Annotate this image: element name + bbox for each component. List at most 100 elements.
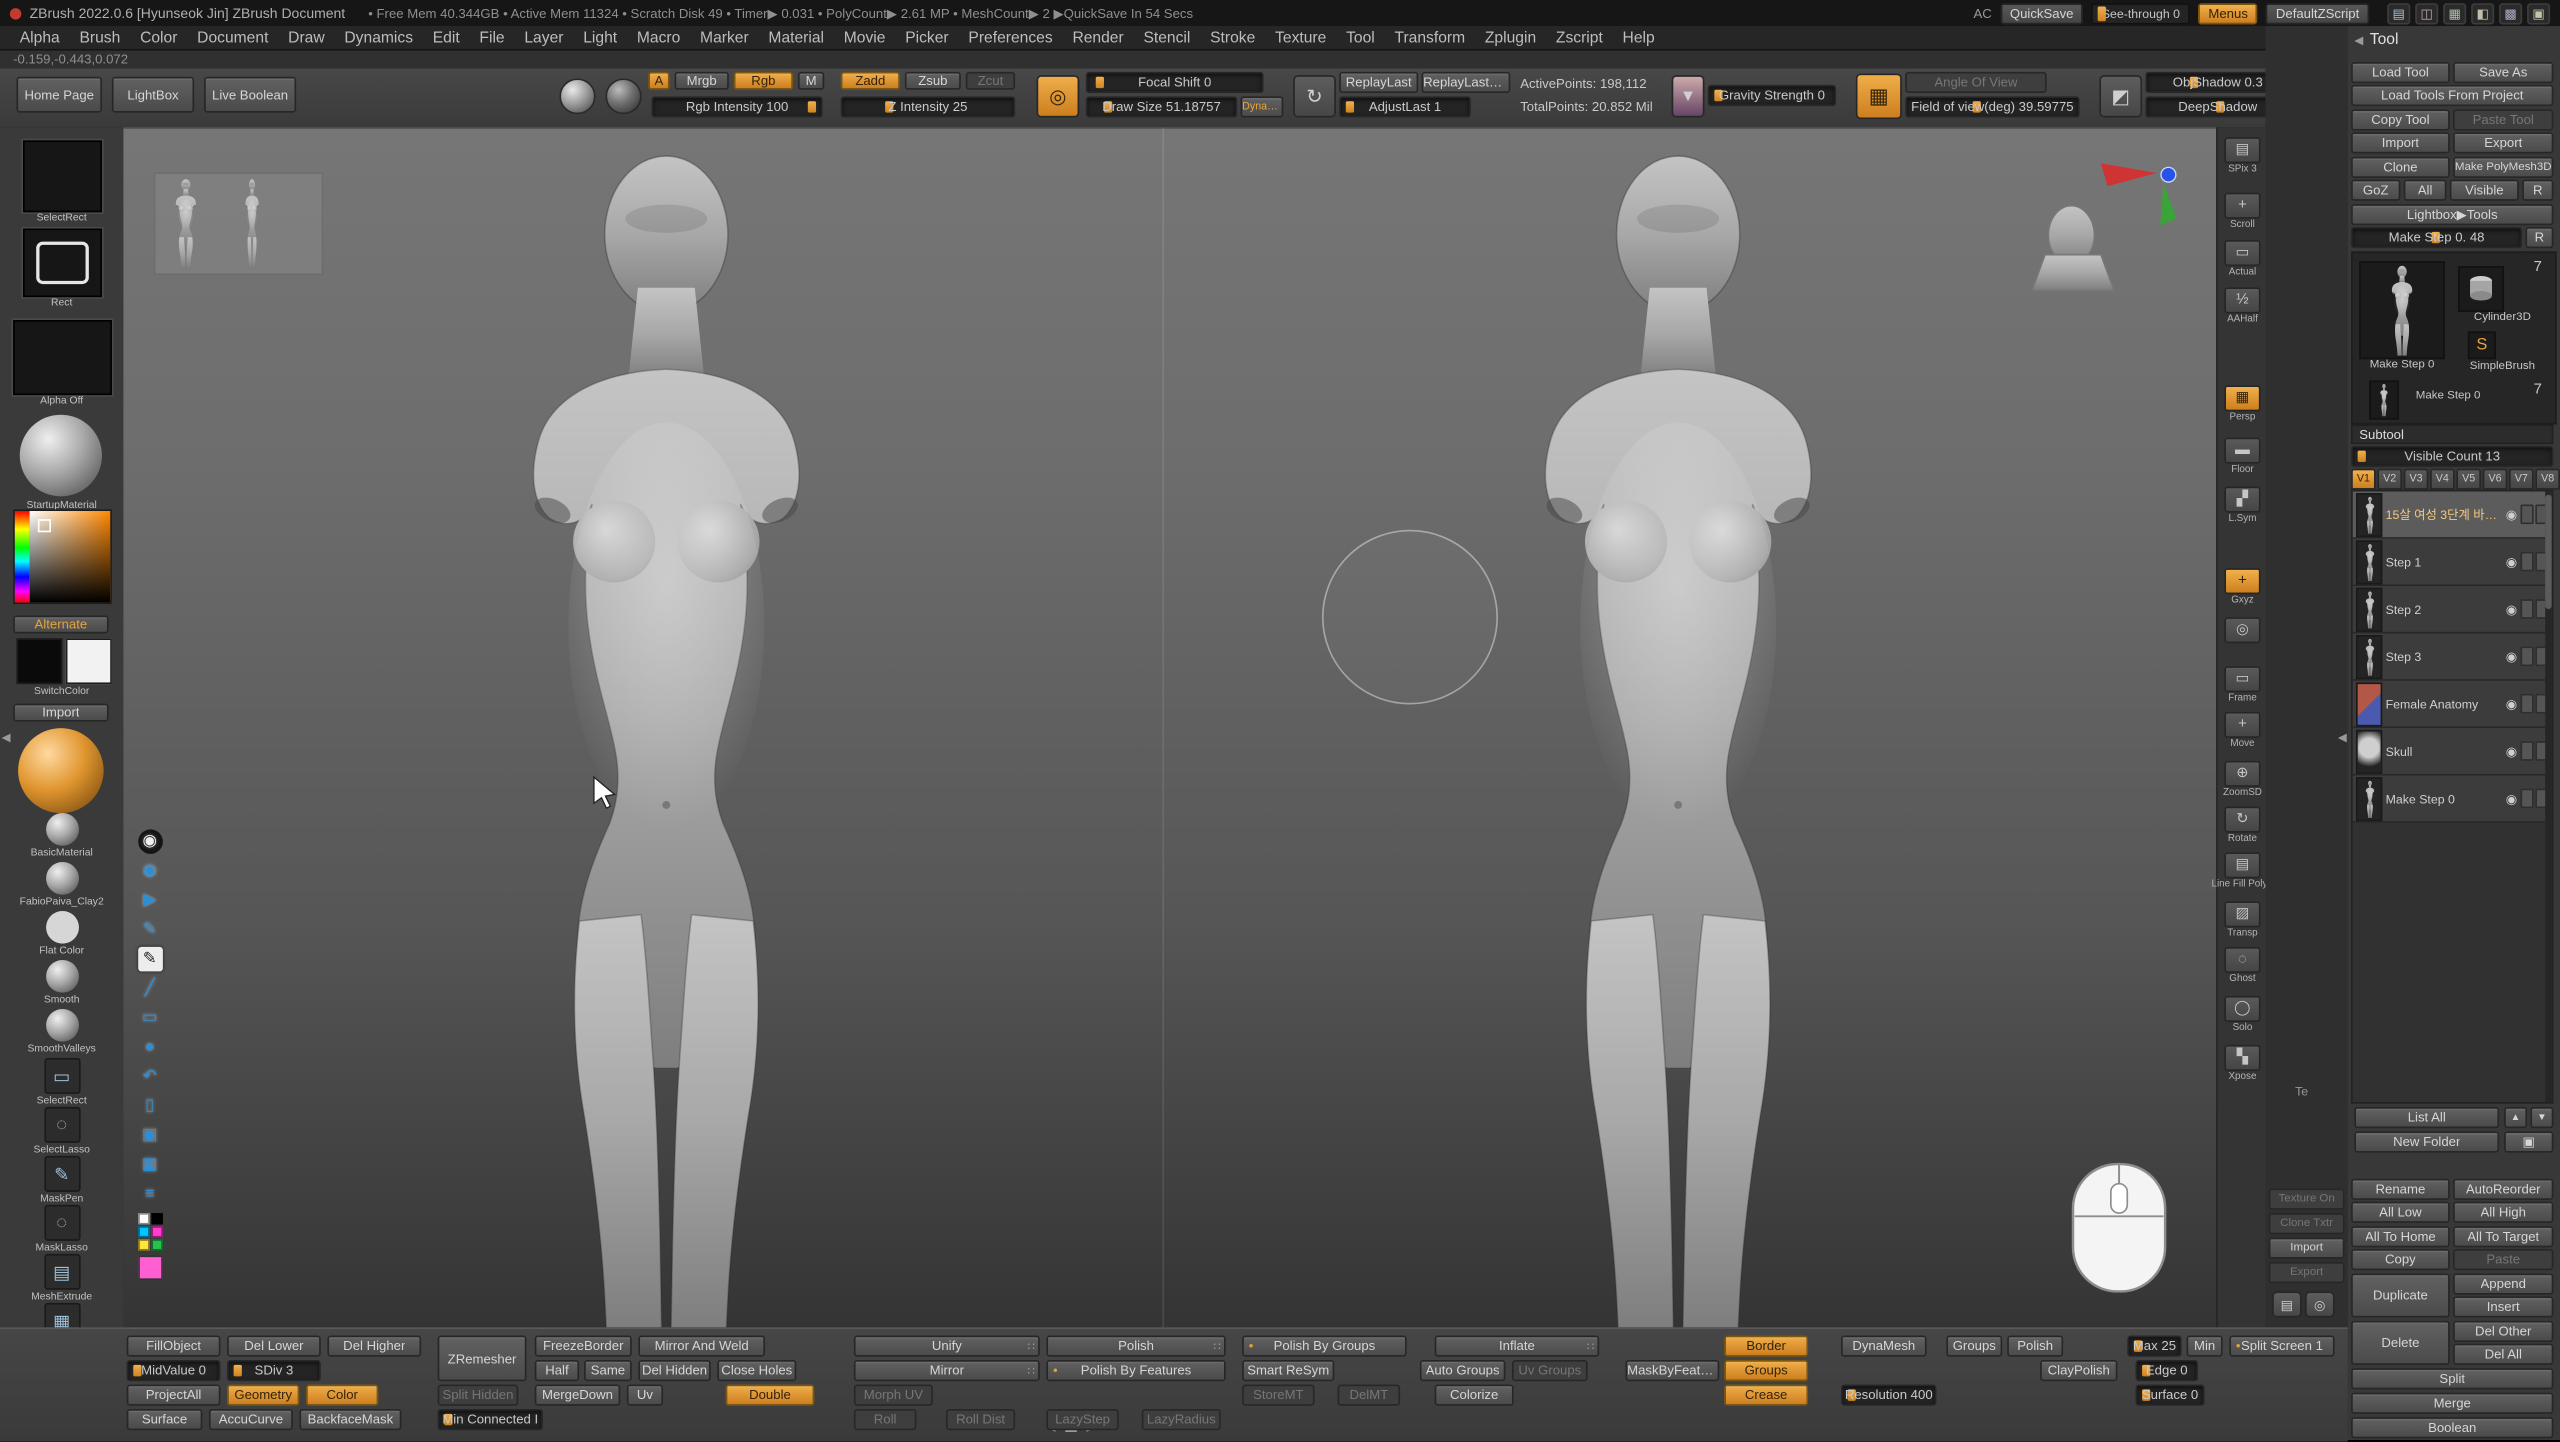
- see-through-slider[interactable]: See-through 0: [2092, 2, 2191, 23]
- subtool-tab-v3[interactable]: V3: [2404, 469, 2429, 490]
- make-polymesh3d-button[interactable]: Make PolyMesh3D: [2453, 157, 2553, 178]
- bottom-min[interactable]: Min: [2187, 1336, 2223, 1357]
- menu-zscript[interactable]: Zscript: [1546, 29, 1613, 47]
- eye-icon[interactable]: ◉: [2506, 791, 2517, 806]
- color-swatch-3[interactable]: [151, 1226, 163, 1237]
- lightbox-button[interactable]: LightBox: [112, 77, 194, 113]
- brush-maskpen[interactable]: ✎MaskPen: [0, 1156, 123, 1205]
- load-tool-button[interactable]: Load Tool: [2351, 62, 2450, 83]
- eye-icon[interactable]: ◉: [2506, 744, 2517, 759]
- eye-icon[interactable]: ◉: [2506, 554, 2517, 569]
- menus-button[interactable]: Menus: [2199, 2, 2258, 23]
- bottom-surface-0[interactable]: Surface 0: [2136, 1384, 2205, 1405]
- bottom-geometry[interactable]: Geometry: [227, 1384, 299, 1405]
- menu-tool[interactable]: Tool: [1336, 29, 1384, 47]
- bottom-unify[interactable]: Unify∷: [854, 1336, 1040, 1357]
- bottom-projectall[interactable]: ProjectAll: [127, 1384, 221, 1405]
- live-boolean-button[interactable]: Live Boolean: [204, 77, 296, 113]
- zsub-button[interactable]: Zsub: [905, 72, 961, 90]
- subtool-item-15-3-b[interactable]: 15살 여성 3단계 바디 각삭 - [B]◉: [2353, 491, 2552, 538]
- gear-icon[interactable]: ◎: [2305, 1291, 2335, 1317]
- image-icon[interactable]: ▦: [137, 1152, 162, 1176]
- m-button[interactable]: M: [798, 72, 824, 90]
- menu-color[interactable]: Color: [130, 29, 187, 47]
- import-button[interactable]: Import: [13, 704, 108, 722]
- new-folder-button[interactable]: New Folder: [2354, 1131, 2499, 1152]
- perspective-icon[interactable]: ▦: [1856, 73, 1902, 119]
- bottom-del-hidden[interactable]: Del Hidden: [638, 1360, 710, 1381]
- shelf-l-sym[interactable]: ▞L.Sym: [2223, 487, 2262, 525]
- current-brush-thumb[interactable]: [23, 140, 102, 212]
- bottom-del-higher[interactable]: Del Higher: [327, 1336, 421, 1357]
- goz-button[interactable]: GoZ: [2351, 180, 2400, 201]
- bottom-maskbyfeature[interactable]: MaskByFeature: [1625, 1360, 1719, 1381]
- secondary-color-swatch[interactable]: [16, 638, 62, 684]
- subtool-tab-v4[interactable]: V4: [2430, 469, 2455, 490]
- bottom-groups[interactable]: Groups: [1946, 1336, 2002, 1357]
- autoreorder-button[interactable]: AutoReorder: [2453, 1179, 2553, 1200]
- y-axis-arrow-icon[interactable]: [2160, 183, 2176, 225]
- subtool-section-header[interactable]: Subtool: [2351, 424, 2553, 444]
- bottom-same[interactable]: Same: [584, 1360, 632, 1381]
- hue-strip[interactable]: [15, 511, 30, 602]
- subtool-scrollbar[interactable]: [2545, 491, 2552, 1102]
- eye-icon[interactable]: ◉: [137, 858, 162, 882]
- pin-icon[interactable]: ◉: [137, 829, 162, 853]
- append-button[interactable]: Append: [2453, 1273, 2553, 1294]
- bottom-colorize[interactable]: Colorize: [1435, 1384, 1514, 1405]
- shelf-solo[interactable]: ◯Solo: [2223, 996, 2262, 1034]
- all-to-target-button[interactable]: All To Target: [2453, 1226, 2553, 1247]
- marker-dot-icon[interactable]: ●: [137, 1034, 162, 1058]
- tool-import-button[interactable]: Import: [2351, 132, 2450, 153]
- brush-selectlasso[interactable]: ◌SelectLasso: [0, 1107, 123, 1156]
- current-material-thumb[interactable]: [20, 415, 102, 497]
- eye-icon[interactable]: ◉: [2506, 602, 2517, 617]
- bottom-double[interactable]: Double: [726, 1384, 815, 1405]
- subtool-tab-v2[interactable]: V2: [2377, 469, 2402, 490]
- material-sphere-icon[interactable]: [605, 78, 641, 114]
- eye-icon[interactable]: ◉: [2506, 507, 2517, 522]
- menu-preferences[interactable]: Preferences: [959, 29, 1063, 47]
- eraser-icon[interactable]: ▭: [137, 1005, 162, 1029]
- clipboard-icon[interactable]: ≡: [137, 1181, 162, 1205]
- texture-import-button[interactable]: Import: [2269, 1238, 2345, 1259]
- menu-picker[interactable]: Picker: [895, 29, 958, 47]
- color-swatch-5[interactable]: [151, 1239, 163, 1250]
- menu-zplugin[interactable]: Zplugin: [1475, 29, 1546, 47]
- shelf-aahalf[interactable]: ½AAHalf: [2223, 287, 2262, 325]
- brush-selectrect[interactable]: ▭SelectRect: [0, 1058, 123, 1107]
- bottom-accucurve[interactable]: AccuCurve: [209, 1409, 293, 1430]
- color-swatch-1[interactable]: [151, 1213, 163, 1224]
- menu-edit[interactable]: Edit: [423, 29, 470, 47]
- all-high-button[interactable]: All High: [2453, 1202, 2553, 1223]
- viewport[interactable]: ◉◉▶✎✎╱▭●↶▯▣▦≡: [123, 127, 2216, 1327]
- replay-last-rel-button[interactable]: ReplayLastRel: [1421, 72, 1510, 93]
- replay-icon[interactable]: ↻: [1293, 75, 1336, 117]
- all-low-button[interactable]: All Low: [2351, 1202, 2450, 1223]
- bottom-half[interactable]: Half: [535, 1360, 579, 1381]
- active-color-swatch[interactable]: [137, 1256, 162, 1280]
- subtool-tab-v8[interactable]: V8: [2535, 469, 2560, 490]
- shelf-actual[interactable]: ▭Actual: [2223, 240, 2262, 278]
- gravity-icon[interactable]: ▼: [1672, 75, 1705, 117]
- paint-flag-icon[interactable]: [2521, 504, 2534, 524]
- current-color-sphere[interactable]: [18, 728, 104, 813]
- paint-flag-icon[interactable]: [2521, 741, 2534, 761]
- boolean-button[interactable]: Boolean: [2351, 1417, 2553, 1438]
- subtool-item-skull[interactable]: Skull◉: [2353, 728, 2552, 775]
- material-fabiopaiva-clay2[interactable]: FabioPaiva_Clay2: [0, 862, 123, 911]
- bottom-surface[interactable]: Surface: [127, 1409, 203, 1430]
- shelf-xpose[interactable]: ▚Xpose: [2223, 1045, 2262, 1083]
- alpha-toggle-button[interactable]: A: [648, 72, 669, 90]
- screenshot-icon[interactable]: ▣: [137, 1122, 162, 1146]
- alternate-button[interactable]: Alternate: [13, 616, 108, 634]
- brush-meshextrude[interactable]: ▤MeshExtrude: [0, 1254, 123, 1303]
- scroll-down-button[interactable]: ▼: [2530, 1107, 2553, 1128]
- bottom-polish[interactable]: Polish∷: [1046, 1336, 1225, 1357]
- active-tool-thumb[interactable]: [2359, 261, 2445, 359]
- list-all-button[interactable]: List All: [2354, 1107, 2499, 1128]
- subtool-tab-v1[interactable]: V1: [2351, 469, 2376, 490]
- bottom-polish[interactable]: Polish: [2007, 1336, 2063, 1357]
- bottom-crease[interactable]: Crease: [1724, 1384, 1808, 1405]
- document-canvas[interactable]: [123, 127, 2216, 1327]
